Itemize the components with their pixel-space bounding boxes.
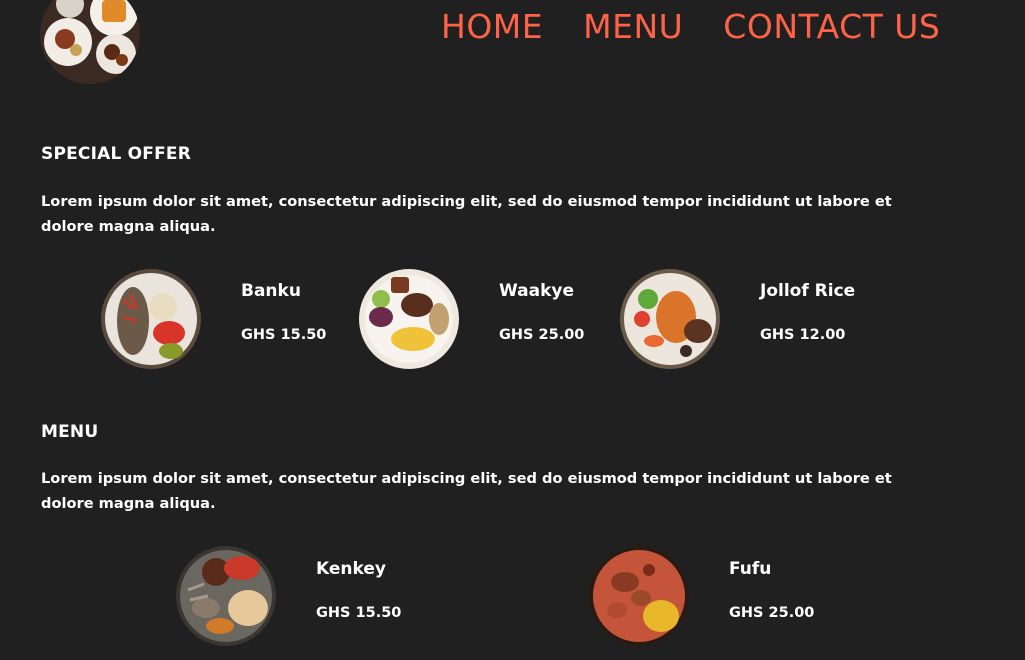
dish-price-jollof-rice: GHS 12.00 [760, 327, 846, 343]
kenkey-image[interactable] [176, 546, 276, 646]
nav-contact-link[interactable]: CONTACT US [723, 5, 940, 49]
waakye-image[interactable] [359, 269, 459, 369]
nav-home-link[interactable]: HOME [441, 5, 543, 49]
dish-name-fufu: Fufu [729, 559, 772, 579]
jollof-rice-image[interactable] [620, 269, 720, 369]
special-offer-heading: SPECIAL OFFER [41, 144, 192, 164]
banku-image[interactable] [101, 269, 201, 369]
dish-name-kenkey: Kenkey [316, 559, 386, 579]
nav-menu-link[interactable]: MENU [583, 5, 683, 49]
restaurant-logo[interactable] [40, 0, 140, 84]
page: HOME MENU CONTACT US SPECIAL OFFER Lorem… [0, 0, 1025, 660]
dish-price-banku: GHS 15.50 [241, 327, 327, 343]
dish-name-waakye: Waakye [499, 281, 575, 301]
menu-heading: MENU [41, 422, 99, 442]
dish-price-fufu: GHS 25.00 [729, 605, 815, 621]
main-nav: HOME MENU CONTACT US [441, 5, 940, 49]
special-offer-description: Lorem ipsum dolor sit amet, consectetur … [41, 193, 892, 235]
dish-price-waakye: GHS 25.00 [499, 327, 585, 343]
fufu-image[interactable] [589, 546, 689, 646]
dish-price-kenkey: GHS 15.50 [316, 605, 402, 621]
dish-name-jollof-rice: Jollof Rice [760, 281, 856, 301]
menu-description: Lorem ipsum dolor sit amet, consectetur … [41, 470, 892, 512]
dish-name-banku: Banku [241, 281, 301, 301]
